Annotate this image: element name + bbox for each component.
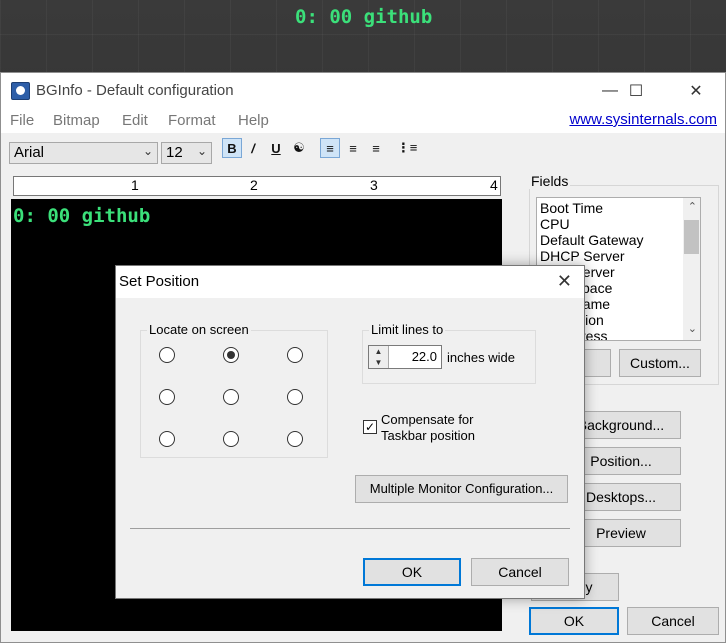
dialog-title: Set Position (119, 273, 200, 290)
close-icon[interactable]: ✕ (673, 73, 719, 109)
spin-arrows-icon[interactable]: ▲ ▼ (369, 346, 389, 368)
bold-icon[interactable]: B (222, 138, 242, 158)
fields-label: Fields (529, 173, 571, 189)
radio-bottom-right[interactable] (287, 431, 303, 447)
menu-bitmap[interactable]: Bitmap (53, 112, 100, 129)
radio-middle-center[interactable] (223, 389, 239, 405)
maximize-icon[interactable]: ☐ (613, 73, 659, 109)
menu-edit[interactable]: Edit (122, 112, 148, 129)
desktop-overlay-text: 0: 00 github (295, 6, 433, 28)
dialog-separator (130, 528, 570, 529)
dialog-titlebar: Set Position ✕ (116, 266, 584, 298)
radio-middle-left[interactable] (159, 389, 175, 405)
list-item[interactable]: DHCP Server (540, 248, 625, 264)
scrollbar-thumb[interactable] (684, 220, 699, 254)
radio-bottom-center[interactable] (223, 431, 239, 447)
cancel-button[interactable]: Cancel (627, 607, 719, 635)
bullet-list-icon[interactable]: ⋮≡ (397, 138, 418, 158)
chevron-down-icon: ⌄ (196, 144, 207, 158)
list-item[interactable]: Default Gateway (540, 232, 644, 248)
menu-format[interactable]: Format (168, 112, 216, 129)
limit-unit-label: inches wide (447, 350, 515, 365)
radio-top-left[interactable] (159, 347, 175, 363)
ruler-number: 3 (370, 177, 378, 193)
ok-button[interactable]: OK (529, 607, 619, 635)
compensate-label-line2: Taskbar position (381, 428, 475, 443)
limit-label: Limit lines to (369, 322, 446, 337)
set-position-dialog: Set Position ✕ Locate on screen Limit li… (115, 265, 585, 599)
custom-button[interactable]: Custom... (619, 349, 701, 377)
ruler-number: 2 (250, 177, 258, 193)
list-item[interactable]: Boot Time (540, 200, 603, 216)
align-left-icon[interactable]: ≡ (320, 138, 340, 158)
align-right-icon[interactable]: ≡ (366, 138, 386, 158)
compensate-checkbox[interactable]: ✓ (363, 420, 377, 434)
bginfo-app-icon (11, 82, 30, 100)
fields-scrollbar[interactable]: ⌃ ⌄ (683, 198, 700, 340)
ruler: 1 2 3 4 (13, 176, 501, 196)
radio-top-right[interactable] (287, 347, 303, 363)
chevron-down-icon: ⌄ (142, 144, 153, 158)
limit-lines-stepper[interactable]: ▲ ▼ 22.0 (368, 345, 442, 369)
multiple-monitor-button[interactable]: Multiple Monitor Configuration... (355, 475, 568, 503)
compensate-label-line1: Compensate for (381, 412, 474, 427)
sysinternals-link[interactable]: www.sysinternals.com (569, 111, 717, 128)
menu-file[interactable]: File (10, 112, 34, 129)
locate-label: Locate on screen (147, 322, 251, 337)
menubar: File Bitmap Edit Format Help www.sysinte… (1, 109, 725, 133)
window-title: BGInfo - Default configuration (36, 82, 234, 99)
chevron-down-icon[interactable]: ⌄ (688, 322, 697, 335)
close-icon[interactable]: ✕ (557, 271, 572, 292)
font-size-combo[interactable]: 12 ⌄ (161, 142, 212, 164)
dialog-ok-button[interactable]: OK (363, 558, 461, 586)
radio-top-center[interactable] (223, 347, 239, 363)
italic-icon[interactable]: / (243, 138, 263, 158)
list-item[interactable]: CPU (540, 216, 570, 232)
menu-help[interactable]: Help (238, 112, 269, 129)
ruler-number: 1 (131, 177, 139, 193)
editor-content: 0: 00 github (13, 205, 151, 227)
align-center-icon[interactable]: ≡ (343, 138, 363, 158)
titlebar: BGInfo - Default configuration — ☐ ✕ (1, 73, 725, 109)
limit-value: 22.0 (411, 349, 437, 364)
underline-icon[interactable]: U (266, 138, 286, 158)
dialog-cancel-button[interactable]: Cancel (471, 558, 569, 586)
font-size-value: 12 (166, 144, 183, 161)
font-name-combo[interactable]: Arial ⌄ (9, 142, 158, 164)
radio-middle-right[interactable] (287, 389, 303, 405)
ruler-number: 4 (490, 177, 498, 193)
radio-bottom-left[interactable] (159, 431, 175, 447)
chevron-up-icon[interactable]: ⌃ (688, 200, 697, 213)
font-color-icon[interactable]: ☯ (289, 138, 309, 158)
font-name-value: Arial (14, 144, 45, 161)
